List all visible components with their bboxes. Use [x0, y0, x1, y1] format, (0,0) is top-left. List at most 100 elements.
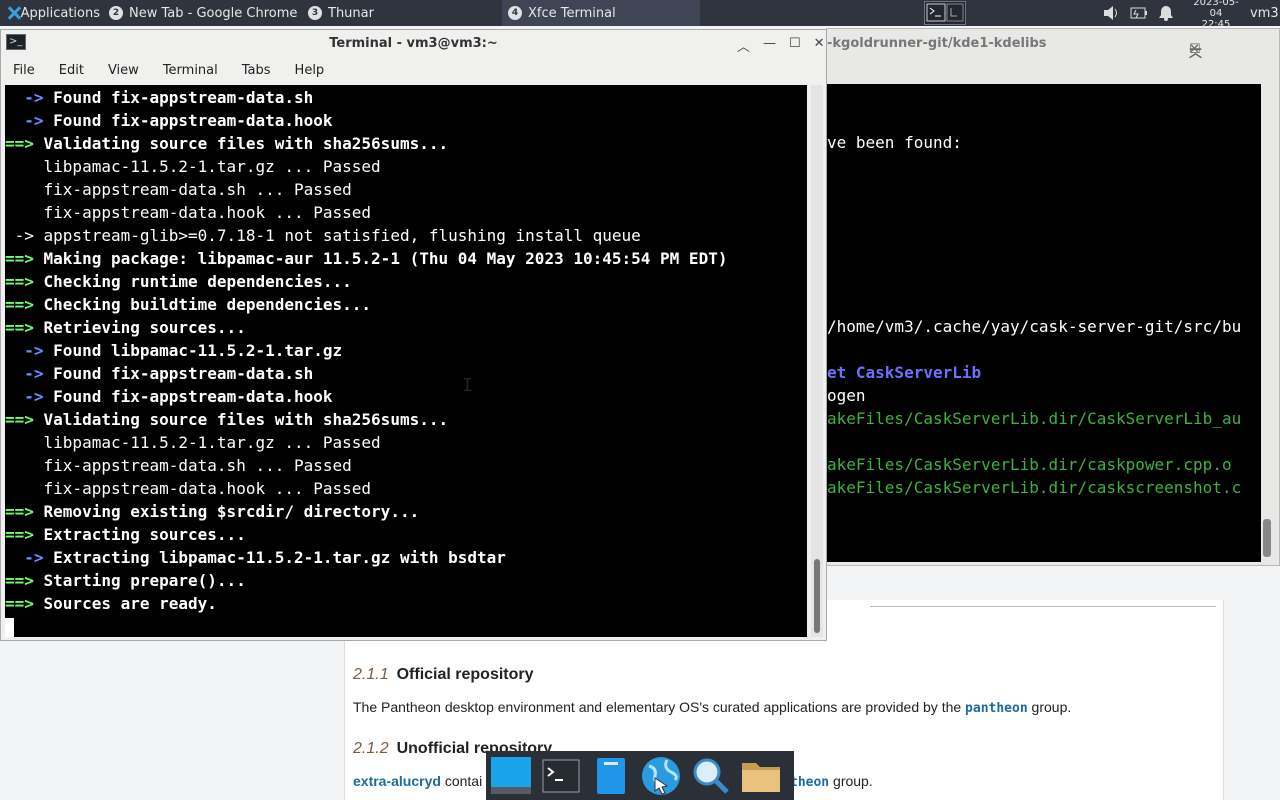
window-titlebar[interactable]: >_ Terminal - vm3@vm3:~ ︿ — ☐ ✕ [1, 30, 826, 58]
applications-menu-button[interactable]: Applications [0, 0, 100, 26]
line-text: fix-appstream-data.hook ... Passed [43, 203, 372, 222]
terminal-line: -> Found fix-appstream-data.sh [5, 86, 807, 109]
terminal-line: libpamac-11.5.2-1.tar.gz ... Passed [5, 155, 807, 178]
group-code: pantheon [965, 701, 1028, 716]
user-menu[interactable]: vm3 [1250, 0, 1279, 26]
paragraph-text: group. [1027, 699, 1072, 715]
home-folder-launcher[interactable] [736, 751, 786, 800]
window-controls: ︿ — ☐ ✕ [737, 36, 825, 55]
terminal-line: ==> Retrieving sources... [5, 316, 807, 339]
line-prefix [5, 157, 44, 176]
show-desktop-button[interactable] [486, 751, 536, 800]
repo-link[interactable]: extra-alucryd [353, 773, 441, 789]
terminal-line: ==> Validating source files with sha256s… [5, 132, 807, 155]
window-titlebar[interactable]: -kgoldrunner-git/kde1-kdelibs ︿ — ☐ ✕ [827, 29, 1279, 61]
section-heading-official: 2.1.1 Official repository [353, 666, 534, 684]
paragraph-text: The Pantheon desktop environment and ele… [353, 699, 966, 715]
terminal-line: -> Found fix-appstream-data.sh [5, 362, 807, 385]
chevron-up-icon[interactable]: ︿ [737, 36, 750, 55]
terminal-line: ==> Making package: libpamac-aur 11.5.2-… [5, 247, 807, 270]
file-manager-launcher[interactable] [586, 751, 636, 800]
terminal-line: -> Extracting libpamac-11.5.2-1.tar.gz w… [5, 546, 807, 569]
terminal-line: ==> Checking runtime dependencies... [5, 270, 807, 293]
terminal-workspace-icon [926, 3, 964, 22]
terminal-line: ==> Removing existing $srcdir/ directory… [5, 500, 807, 523]
menu-terminal[interactable]: Terminal [151, 58, 230, 84]
paragraph-text: group. [829, 773, 873, 789]
terminal-line: ==> Starting prepare()... [5, 569, 807, 592]
close-icon[interactable]: ✕ [1189, 42, 1200, 57]
terminal-line: /home/vm3/.cache/yay/cask-server-git/src… [827, 317, 1242, 336]
maximize-icon[interactable]: ☐ [789, 36, 801, 55]
line-text: Found fix-appstream-data.sh [53, 88, 314, 107]
section-number: 2.1.1 [353, 666, 389, 683]
scrollbar[interactable] [811, 85, 823, 637]
line-prefix [5, 479, 44, 498]
terminal-window[interactable]: >_ Terminal - vm3@vm3:~ ︿ — ☐ ✕ File Edi… [0, 29, 827, 641]
line-prefix [5, 203, 44, 222]
app-finder-launcher[interactable] [686, 751, 736, 800]
line-text: libpamac-11.5.2-1.tar.gz ... Passed [43, 433, 381, 452]
terminal-output[interactable]: ve been found: /home/vm3/.cache/yay/cask… [827, 84, 1261, 562]
line-prefix: -> [5, 88, 54, 107]
folder-icon [742, 762, 780, 792]
notifications-bell-icon[interactable] [1158, 5, 1174, 21]
terminal-launcher[interactable] [536, 751, 586, 800]
terminal-icon [542, 759, 580, 792]
menu-file[interactable]: File [1, 58, 47, 84]
section-title: Official repository [396, 666, 534, 683]
terminal-line: akeFiles/CaskServerLib.dir/caskscreensho… [827, 478, 1242, 497]
close-icon[interactable]: ✕ [814, 36, 825, 55]
prompt-line[interactable] [5, 615, 807, 637]
terminal-line: fix-appstream-data.hook ... Passed [5, 201, 807, 224]
menu-view[interactable]: View [96, 58, 151, 84]
taskbar-item-terminal[interactable]: 4 Xfce Terminal [502, 0, 700, 26]
text-cursor [5, 617, 14, 637]
line-prefix [5, 180, 44, 199]
clock[interactable]: 2023-05-04 22:45 [1188, 0, 1244, 30]
terminal-output[interactable]: -> Found fix-appstream-data.sh -> Found … [5, 85, 807, 637]
workspace-badge: 2 [109, 6, 123, 20]
divider [870, 606, 1216, 607]
terminal-line: -> appstream-glib>=0.7.18-1 not satisfie… [5, 224, 807, 247]
workspace-badge: 3 [308, 6, 322, 20]
line-prefix: -> [5, 111, 54, 130]
terminal-line: ==> Extracting sources... [5, 523, 807, 546]
terminal-line: -> Found fix-appstream-data.hook [5, 109, 807, 132]
volume-icon[interactable] [1102, 5, 1120, 21]
background-terminal-window[interactable]: -kgoldrunner-git/kde1-kdelibs ︿ — ☐ ✕ ve… [826, 28, 1280, 566]
line-text: Found fix-appstream-data.sh [53, 364, 314, 383]
taskbar-item-thunar[interactable]: 3 Thunar [302, 0, 498, 26]
menu-edit[interactable]: Edit [47, 58, 96, 84]
terminal-line: akeFiles/CaskServerLib.dir/caskpower.cpp… [827, 455, 1232, 474]
line-text: libpamac-11.5.2-1.tar.gz ... Passed [43, 157, 381, 176]
applications-label: Applications [20, 5, 100, 21]
menu-help[interactable]: Help [283, 58, 337, 84]
terminal-line: fix-appstream-data.sh ... Passed [5, 178, 807, 201]
line-text: Validating source files with sha256sums.… [43, 134, 449, 153]
workspace-switcher[interactable] [924, 1, 966, 25]
terminal-line: et CaskServerLib [827, 363, 982, 382]
battery-icon[interactable] [1130, 5, 1148, 21]
taskbar-item-chrome[interactable]: 2 New Tab - Google Chrome [103, 0, 300, 26]
line-text: Sources are ready. [43, 594, 217, 613]
line-text: Found fix-appstream-data.hook [53, 111, 333, 130]
group-code: theon [790, 775, 830, 790]
terminal-line: ==> Checking buildtime dependencies... [5, 293, 807, 316]
workspace-badge: 4 [508, 6, 522, 20]
terminal-line: -> Found libpamac-11.5.2-1.tar.gz [5, 339, 807, 362]
scrollbar-thumb[interactable] [814, 559, 820, 633]
taskbar-item-label: New Tab - Google Chrome [129, 5, 298, 21]
menu-tabs[interactable]: Tabs [230, 58, 283, 84]
minimize-icon[interactable]: — [763, 36, 776, 55]
paragraph-official: The Pantheon desktop environment and ele… [353, 699, 1071, 716]
paragraph-unofficial-tail: theon group. [790, 773, 873, 790]
scrollbar-thumb[interactable] [1263, 519, 1271, 557]
line-text: appstream-glib>=0.7.18-1 not satisfied, … [43, 226, 641, 245]
line-prefix: -> [5, 226, 44, 245]
web-browser-launcher[interactable] [636, 751, 686, 800]
line-prefix: -> [5, 387, 54, 406]
line-prefix: -> [5, 548, 54, 567]
desktop-icon [491, 756, 531, 794]
window-title: -kgoldrunner-git/kde1-kdelibs [827, 36, 1047, 51]
